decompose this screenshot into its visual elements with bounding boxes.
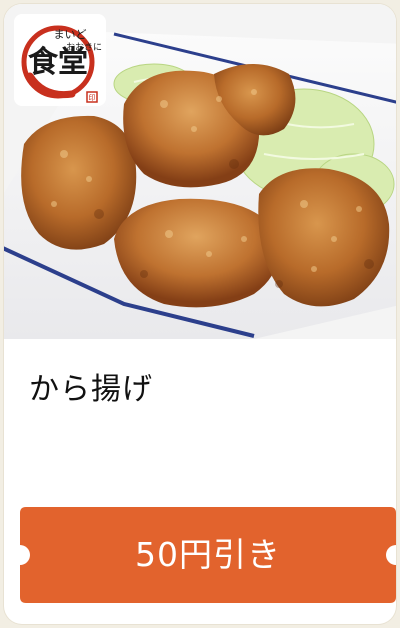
restaurant-logo: 食堂 まいど おおきに 印 — [14, 14, 106, 106]
coupon-card[interactable]: 食堂 まいど おおきに 印 から揚げ 50円引き — [4, 4, 396, 624]
coupon-label: 50円引き — [135, 535, 281, 574]
svg-text:おおきに: おおきに — [66, 42, 102, 53]
menu-item-title: から揚げ — [29, 372, 153, 407]
discount-coupon-button[interactable]: 50円引き — [20, 507, 396, 603]
svg-text:印: 印 — [89, 94, 96, 102]
maidoookini-logo-icon: 食堂 まいど おおきに 印 — [21, 25, 102, 103]
svg-text:まいど: まいど — [54, 28, 87, 41]
